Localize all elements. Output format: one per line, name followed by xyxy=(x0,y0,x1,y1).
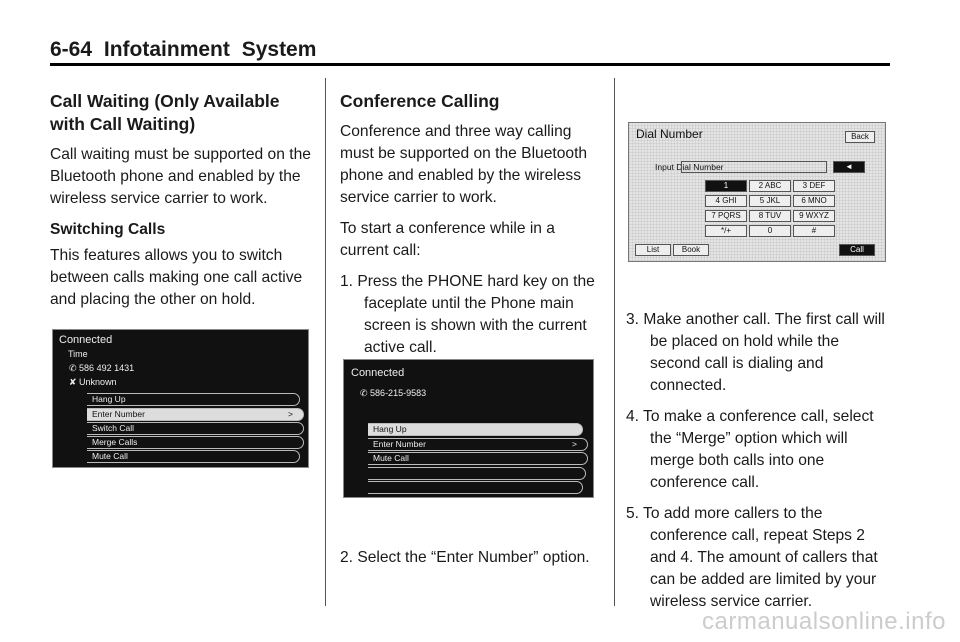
step-4: 4. To make a conference call, select the… xyxy=(626,408,874,491)
screen-line: Time xyxy=(68,349,88,359)
screen-line: ✆ 586-215-9583 xyxy=(360,388,426,399)
keypad-key: 7 PQRS xyxy=(705,210,747,222)
menu-item: Merge Calls xyxy=(87,436,304,449)
column-2-continued: 2. Select the “Enter Number” option. xyxy=(340,547,602,578)
menu-item: Mute Call xyxy=(368,452,588,465)
book-button: Book xyxy=(673,244,709,256)
menu-item xyxy=(368,481,583,494)
step-3: 3. Make another call. The first call wil… xyxy=(626,311,885,394)
screen-image-dial-number: Dial Number Back Input Dial Number ◄ 12 … xyxy=(628,122,886,262)
keypad-key: 3 DEF xyxy=(793,180,835,192)
screen-line: ✘ Unknown xyxy=(69,377,117,388)
step-1: 1. Press the PHONE hard key on the facep… xyxy=(340,273,595,356)
screen-image-connected: Connected ✆ 586-215-9583 Hang Up Enter N… xyxy=(343,359,594,498)
screen-line: ✆ 586 492 1431 xyxy=(69,363,134,374)
list-button: List xyxy=(635,244,671,256)
menu-item: Enter Number > xyxy=(368,438,588,451)
caller-name: Unknown xyxy=(79,377,117,387)
screen-title: Dial Number xyxy=(636,127,703,141)
backspace-button: ◄ xyxy=(833,161,865,173)
phone-number: 586-215-9583 xyxy=(370,388,427,398)
section-heading: Call Waiting (Only Available with Call W… xyxy=(50,91,280,134)
menu-item: Mute Call xyxy=(87,450,300,463)
chevron-right-icon: > xyxy=(288,409,293,419)
keypad-key: 6 MNO xyxy=(793,195,835,207)
menu-item-selected: Hang Up xyxy=(368,423,583,436)
menu-item-selected: Enter Number > xyxy=(87,408,304,421)
menu-item: Hang Up xyxy=(87,393,300,406)
paragraph: Conference and three way calling must be… xyxy=(340,123,588,206)
column-1: Call Waiting (Only Available with Call W… xyxy=(50,90,312,320)
keypad-key: 1 xyxy=(705,180,747,192)
chevron-right-icon: > xyxy=(572,439,577,449)
phone-number: 586 492 1431 xyxy=(79,363,135,373)
phone-icon: ✆ xyxy=(360,388,371,398)
back-button: Back xyxy=(845,131,875,143)
column-2: Conference Calling Conference and three … xyxy=(340,90,602,368)
step-5: 5. To add more callers to the conference… xyxy=(626,505,878,610)
column-3: 3. Make another call. The first call wil… xyxy=(626,309,888,622)
menu-item xyxy=(368,467,586,480)
watermark: carmanualsonline.info xyxy=(702,608,946,635)
dial-input xyxy=(681,161,827,173)
subheading: Switching Calls xyxy=(50,221,166,238)
screen-title: Connected xyxy=(351,367,405,379)
page-number: 6-64 xyxy=(50,38,93,61)
screen-title: Connected xyxy=(59,334,113,346)
column-divider xyxy=(325,78,326,606)
column-divider xyxy=(614,78,615,606)
keypad-key: 2 ABC xyxy=(749,180,791,192)
keypad-key: 5 JKL xyxy=(749,195,791,207)
keypad-key: 8 TUV xyxy=(749,210,791,222)
phone-missed-icon: ✘ xyxy=(69,377,80,387)
keypad-key: # xyxy=(793,225,835,237)
header-rule xyxy=(50,63,890,66)
call-button: Call xyxy=(839,244,875,256)
page-header: 6-64 Infotainment System xyxy=(50,38,316,62)
keypad-key: 9 WXYZ xyxy=(793,210,835,222)
menu-item: Switch Call xyxy=(87,422,304,435)
menu-label: Enter Number xyxy=(373,439,426,449)
section-title: Infotainment System xyxy=(103,38,317,61)
screen-image-call-waiting: Connected Time ✆ 586 492 1431 ✘ Unknown … xyxy=(52,329,309,468)
paragraph: This features allows you to switch betwe… xyxy=(50,247,303,308)
keypad-key: 4 GHI xyxy=(705,195,747,207)
section-heading: Conference Calling xyxy=(340,91,500,111)
paragraph: To start a conference while in a current… xyxy=(340,220,555,259)
phone-icon: ✆ xyxy=(69,363,80,373)
keypad-key: */+ xyxy=(705,225,747,237)
keypad-key: 0 xyxy=(749,225,791,237)
step-2: 2. Select the “Enter Number” option. xyxy=(340,549,590,566)
menu-label: Enter Number xyxy=(92,409,145,419)
paragraph: Call waiting must be supported on the Bl… xyxy=(50,146,311,207)
